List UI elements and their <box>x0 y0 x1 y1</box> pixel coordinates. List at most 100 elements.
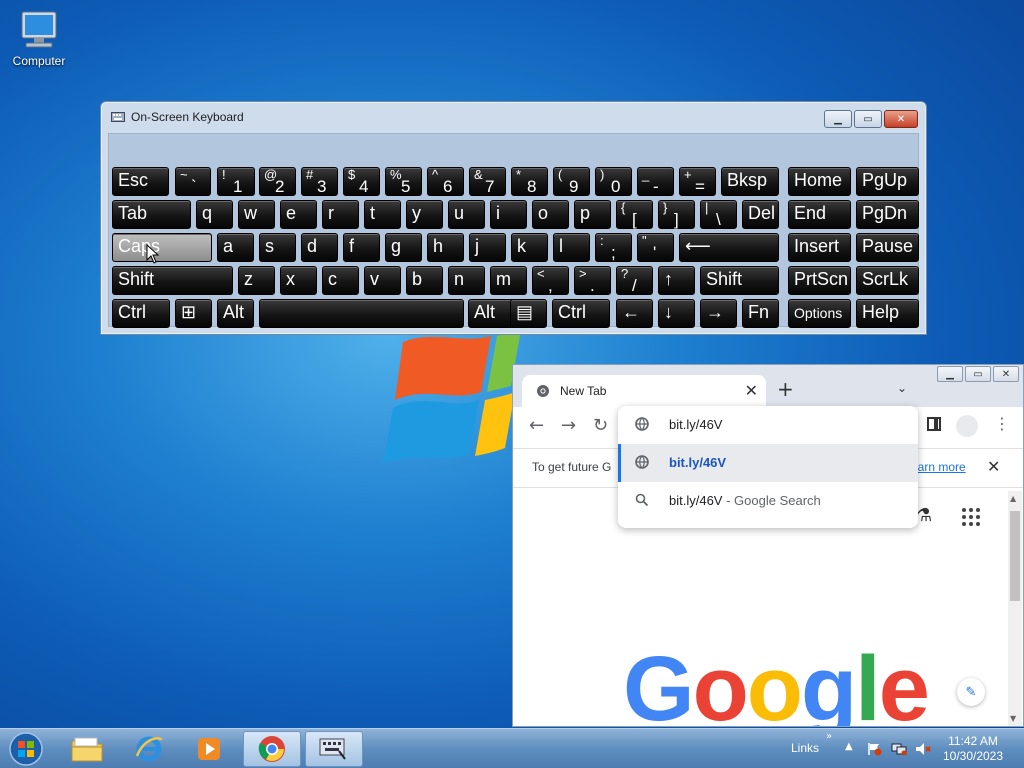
key-key-3-8[interactable]: <, <box>532 266 569 295</box>
key-key-2-11[interactable]: " ' <box>637 233 674 262</box>
key-w[interactable]: w <box>238 200 275 229</box>
key-d[interactable]: d <box>301 233 338 262</box>
key-x[interactable]: x <box>280 266 317 295</box>
minimize-button[interactable]: ▁ <box>824 110 852 128</box>
taskbar-chrome-button[interactable] <box>243 731 301 767</box>
learn-more-link[interactable]: earn more <box>911 460 966 474</box>
key-8[interactable]: * 8 <box>511 167 548 196</box>
key-h[interactable]: h <box>427 233 464 262</box>
omnibox-dropdown[interactable]: bit.ly/46V bit.ly/46V bit.ly/46V - Googl… <box>618 406 918 528</box>
key-key-0-13[interactable]: + = <box>679 167 716 196</box>
links-chevron-icon[interactable]: » <box>826 731 832 742</box>
key-insert[interactable]: Insert <box>788 233 851 262</box>
key-key-4-9[interactable]: → <box>700 299 737 328</box>
key-2[interactable]: @2 <box>259 167 296 196</box>
key-key-1-12[interactable]: }] <box>658 200 695 229</box>
key-shift[interactable]: Shift <box>700 266 779 295</box>
key-v[interactable]: v <box>364 266 401 295</box>
key-y[interactable]: y <box>406 200 443 229</box>
labs-flask-icon[interactable]: ⚗ <box>916 505 932 526</box>
key-key-0-12[interactable]: _ - <box>637 167 674 196</box>
menu-kebab-icon[interactable]: ⋮ <box>994 414 1010 433</box>
reload-icon[interactable]: ↻ <box>593 415 608 436</box>
restore-button[interactable]: ▭ <box>854 110 882 128</box>
key-s[interactable]: s <box>259 233 296 262</box>
key-5[interactable]: % 5 <box>385 167 422 196</box>
key-6[interactable]: ^ 6 <box>427 167 464 196</box>
key-b[interactable]: b <box>406 266 443 295</box>
close-button[interactable]: ✕ <box>884 110 918 128</box>
key-1[interactable]: ! 1 <box>217 167 255 196</box>
key-9[interactable]: (9 <box>553 167 590 196</box>
taskbar-ie-button[interactable] <box>120 731 178 767</box>
key-alt[interactable]: Alt <box>217 299 254 328</box>
tab-close-icon[interactable]: ✕ <box>745 381 758 400</box>
key-key-4-7[interactable]: ← <box>616 299 653 328</box>
suggestion-url[interactable]: bit.ly/46V <box>618 444 918 482</box>
key-fn[interactable]: Fn <box>742 299 779 328</box>
key-key-1-13[interactable]: | \ <box>700 200 737 229</box>
omnibox-input-row[interactable]: bit.ly/46V <box>618 406 918 444</box>
key-i[interactable]: i <box>490 200 527 229</box>
scroll-down-icon[interactable]: ▼ <box>1010 714 1016 723</box>
tab-new-tab[interactable]: New Tab ✕ <box>522 375 766 407</box>
key-esc[interactable]: Esc <box>112 167 169 196</box>
page-scrollbar[interactable]: ▲ ▼ <box>1008 491 1022 726</box>
key-help[interactable]: Help <box>856 299 919 328</box>
profile-avatar-icon[interactable] <box>956 415 978 437</box>
key-n[interactable]: n <box>448 266 485 295</box>
key-4[interactable]: $4 <box>343 167 380 196</box>
key-prtscn[interactable]: PrtScn <box>788 266 851 295</box>
links-toolbar-label[interactable]: Links <box>791 741 819 755</box>
key-o[interactable]: o <box>532 200 569 229</box>
key-options[interactable]: Options <box>788 299 851 328</box>
scroll-thumb[interactable] <box>1010 511 1020 601</box>
key-home[interactable]: Home <box>788 167 851 196</box>
key-l[interactable]: l <box>553 233 590 262</box>
key-key-3-11[interactable]: ↑ <box>658 266 695 295</box>
key-u[interactable]: u <box>448 200 485 229</box>
volume-muted-icon[interactable] <box>915 742 931 756</box>
taskbar-media-player-button[interactable] <box>180 731 238 767</box>
key-key-1-11[interactable]: {[ <box>616 200 653 229</box>
key-key-4-8[interactable]: ↓ <box>658 299 695 328</box>
key-key-4-1[interactable]: ⊞ <box>175 299 212 328</box>
scroll-up-icon[interactable]: ▲ <box>1010 494 1016 503</box>
key-ctrl[interactable]: Ctrl <box>112 299 170 328</box>
system-clock[interactable]: 11:42 AM 10/30/2023 <box>940 734 1006 764</box>
key-shift[interactable]: Shift <box>112 266 233 295</box>
key-key-2-10[interactable]: :; <box>595 233 632 262</box>
omnibox-input[interactable]: bit.ly/46V <box>669 417 722 432</box>
key-key-4-5[interactable]: ▤ <box>510 299 547 328</box>
key-f[interactable]: f <box>343 233 380 262</box>
key-ctrl[interactable]: Ctrl <box>552 299 610 328</box>
key-p[interactable]: p <box>574 200 611 229</box>
taskbar-osk-button[interactable] <box>305 731 363 767</box>
key-del[interactable]: Del <box>742 200 779 229</box>
start-button[interactable] <box>4 730 48 768</box>
key-c[interactable]: c <box>322 266 359 295</box>
key-k[interactable]: k <box>511 233 548 262</box>
show-hidden-icons-icon[interactable]: ▲ <box>845 741 853 752</box>
desktop-icon-computer[interactable]: Computer <box>6 8 72 68</box>
key-3[interactable]: #3 <box>301 167 338 196</box>
key-key-0-1[interactable]: ~ ` <box>175 167 211 196</box>
on-screen-keyboard-window[interactable]: On-Screen Keyboard ▁ ▭ ✕ Esc ~ `! 1 @2 #3 $4% 5… <box>100 101 927 335</box>
key-pause[interactable]: Pause <box>856 233 919 262</box>
key-j[interactable]: j <box>469 233 506 262</box>
taskbar-explorer-button[interactable] <box>58 731 116 767</box>
action-center-flag-icon[interactable] <box>866 742 882 756</box>
key-tab[interactable]: Tab <box>112 200 191 229</box>
suggestion-search[interactable]: bit.ly/46V - Google Search <box>618 482 918 520</box>
key-key-2-12[interactable]: ⟵ <box>679 233 779 262</box>
new-tab-button[interactable]: + <box>777 377 794 401</box>
key-e[interactable]: e <box>280 200 317 229</box>
key-a[interactable]: a <box>217 233 254 262</box>
infobar-close-icon[interactable]: ✕ <box>987 457 1000 476</box>
key-m[interactable]: m <box>490 266 527 295</box>
customize-pencil-icon[interactable]: ✎ <box>957 678 985 706</box>
key-q[interactable]: q <box>196 200 233 229</box>
key-t[interactable]: t <box>364 200 401 229</box>
tab-search-chevron-icon[interactable]: ⌄ <box>897 381 907 395</box>
key-space[interactable] <box>259 299 464 328</box>
